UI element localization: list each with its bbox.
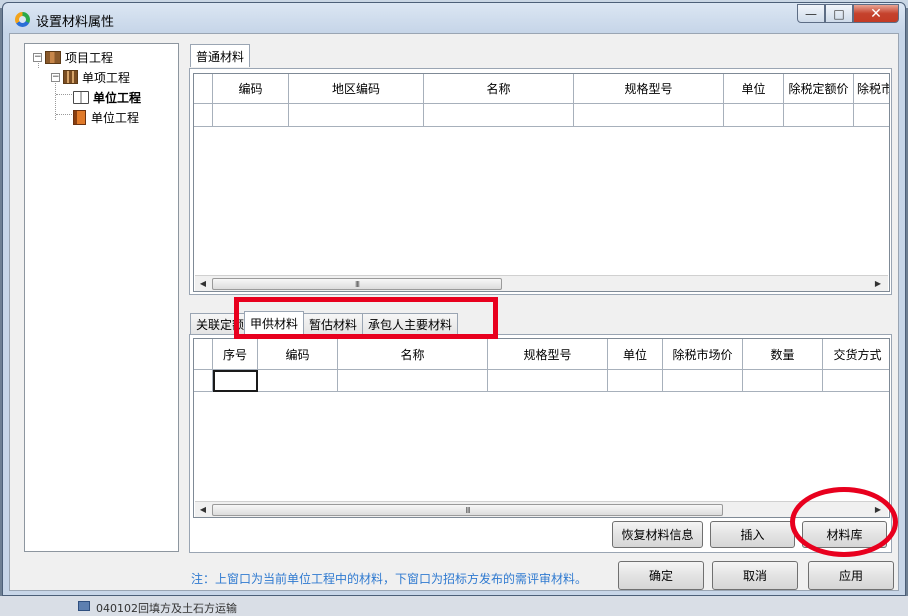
minimize-icon[interactable]: — (797, 4, 825, 23)
column-header[interactable]: 规格型号 (574, 74, 724, 104)
background-row-text: 040102回填方及土石方运输 (96, 602, 237, 615)
insert-button[interactable]: 插入 (710, 521, 795, 548)
tab-owner-supplied-materials[interactable]: 甲供材料 (244, 311, 305, 334)
scroll-thumb[interactable]: III (212, 504, 723, 516)
apply-button[interactable]: 应用 (808, 561, 894, 590)
column-header[interactable]: 交货方式 (823, 339, 889, 370)
column-header[interactable]: 除税定额价 (784, 74, 854, 104)
scroll-right-icon[interactable]: ▶ (870, 276, 886, 291)
column-header[interactable]: 除税市 (854, 74, 889, 104)
tree-label-sub-project: 单项工程 (82, 70, 131, 85)
owner-materials-grid: 序号 编码 名称 规格型号 单位 除税市场价 数量 交货方式 ◀ III ▶ (193, 338, 890, 518)
dialog-client-area: − 项目工程 − 单项工程 单位工程 单位工程 普通材料 编码 地区编码 名称 … (9, 33, 899, 591)
upper-tabstrip: 普通材料 (190, 44, 251, 67)
collapse-icon[interactable]: − (33, 52, 42, 62)
grid-header-row: 序号 编码 名称 规格型号 单位 除税市场价 数量 交货方式 (194, 339, 889, 370)
sub-project-icon (63, 70, 78, 84)
maximize-icon[interactable]: □ (825, 4, 853, 23)
scroll-left-icon[interactable]: ◀ (195, 276, 211, 291)
restore-material-info-button[interactable]: 恢复材料信息 (612, 521, 703, 548)
row-header-corner (194, 74, 213, 104)
grid-header-row: 编码 地区编码 名称 规格型号 单位 除税定额价 除税市 (194, 74, 889, 104)
column-header[interactable]: 序号 (213, 339, 258, 370)
column-header[interactable]: 地区编码 (289, 74, 424, 104)
lower-tabstrip: 关联定额 甲供材料 暂估材料 承包人主要材料 (190, 311, 459, 334)
tree-node-unit-selected[interactable]: 单位工程 (73, 88, 141, 106)
tree-node-project[interactable]: − 项目工程 (33, 48, 113, 66)
scroll-right-icon[interactable]: ▶ (870, 502, 886, 517)
scroll-left-icon[interactable]: ◀ (195, 502, 211, 517)
cancel-button[interactable]: 取消 (712, 561, 798, 590)
hint-note: 注：上窗口为当前单位工程中的材料，下窗口为招标方发布的需评审材料。 (191, 572, 588, 586)
tree-label-unit-selected: 单位工程 (93, 90, 142, 105)
dialog-window: 设置材料属性 — □ ✕ − 项目工程 − 单项工程 单位工程 单位工程 普通材… (2, 2, 906, 596)
column-header[interactable]: 数量 (743, 339, 823, 370)
tab-linked-quota[interactable]: 关联定额 (190, 313, 245, 334)
tree-node-unit[interactable]: 单位工程 (73, 108, 139, 126)
material-library-button[interactable]: 材料库 (802, 521, 887, 548)
title-bar[interactable]: 设置材料属性 — □ ✕ (3, 3, 905, 33)
app-logo-icon (15, 12, 30, 27)
row-header-corner (194, 339, 213, 370)
column-header[interactable]: 编码 (213, 74, 289, 104)
column-header[interactable]: 单位 (608, 339, 663, 370)
close-icon[interactable]: ✕ (853, 4, 899, 23)
table-row[interactable] (194, 370, 889, 392)
column-header[interactable]: 名称 (338, 339, 488, 370)
column-header[interactable]: 除税市场价 (663, 339, 743, 370)
open-book-icon (73, 90, 89, 104)
ok-button[interactable]: 确定 (618, 561, 704, 590)
table-row[interactable] (194, 104, 889, 127)
project-tree: − 项目工程 − 单项工程 单位工程 单位工程 (24, 43, 179, 552)
column-header[interactable]: 单位 (724, 74, 784, 104)
tab-normal-materials[interactable]: 普通材料 (190, 44, 251, 67)
background-row-icon (78, 601, 90, 611)
selected-cell[interactable] (213, 370, 258, 392)
tree-node-sub-project[interactable]: − 单项工程 (51, 68, 130, 86)
tab-provisional-materials[interactable]: 暂估材料 (303, 313, 364, 334)
book-icon (73, 109, 86, 125)
tree-label-project: 项目工程 (65, 50, 114, 65)
project-icon (45, 50, 61, 64)
column-header[interactable]: 名称 (424, 74, 574, 104)
upper-panel: 编码 地区编码 名称 规格型号 单位 除税定额价 除税市 ◀ III ▶ (189, 68, 892, 295)
tab-contractor-main-materials[interactable]: 承包人主要材料 (362, 313, 459, 334)
column-header[interactable]: 编码 (258, 339, 338, 370)
normal-materials-grid: 编码 地区编码 名称 规格型号 单位 除税定额价 除税市 ◀ III ▶ (193, 73, 890, 292)
scroll-thumb[interactable]: III (212, 278, 502, 290)
column-header[interactable]: 规格型号 (488, 339, 608, 370)
window-controls: — □ ✕ (797, 4, 899, 23)
tree-label-unit: 单位工程 (91, 110, 140, 125)
collapse-icon[interactable]: − (51, 72, 60, 82)
window-title: 设置材料属性 (36, 15, 115, 30)
upper-horizontal-scrollbar[interactable]: ◀ III ▶ (195, 275, 888, 291)
lower-horizontal-scrollbar[interactable]: ◀ III ▶ (195, 501, 888, 517)
